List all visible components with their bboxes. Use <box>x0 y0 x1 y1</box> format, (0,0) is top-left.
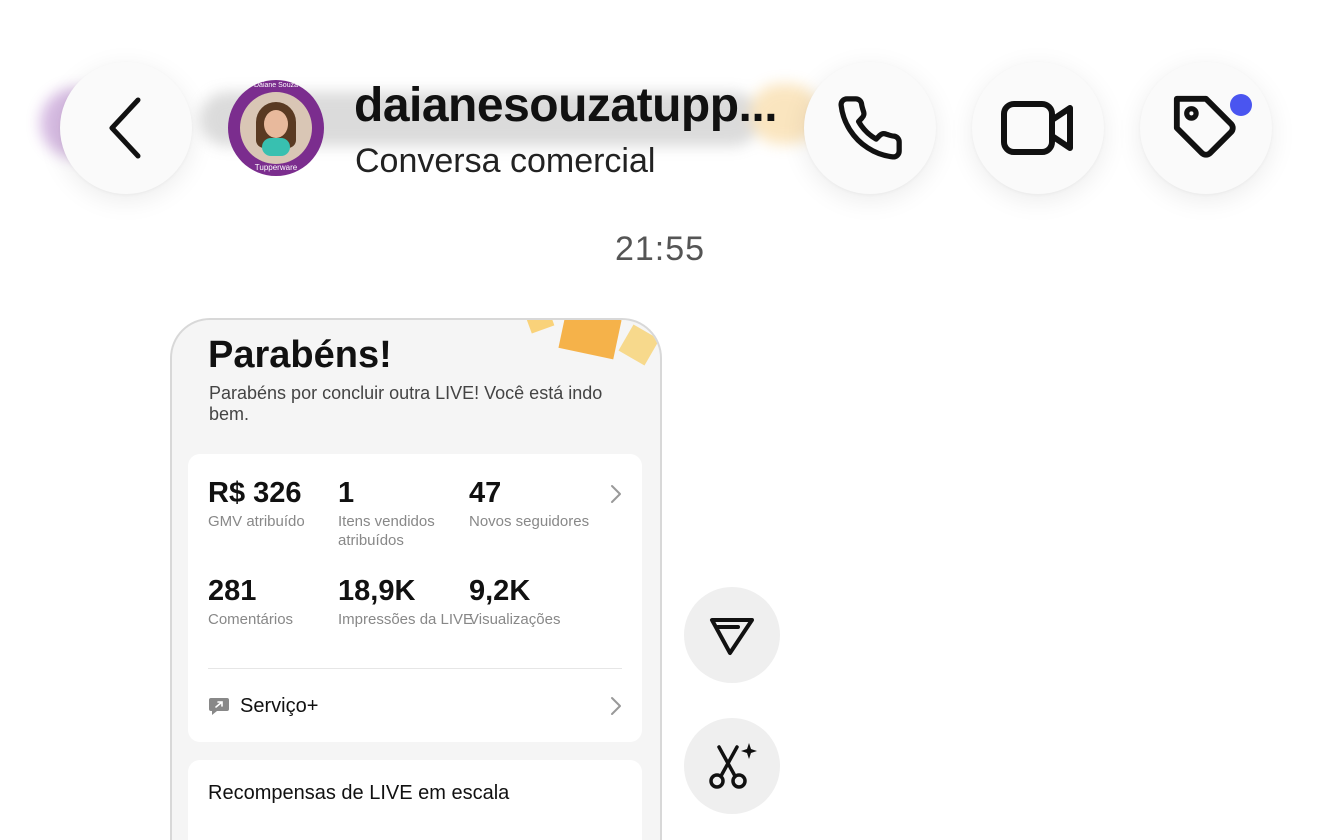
card-description: Parabéns por concluir outra LIVE! Você e… <box>209 383 603 424</box>
stat-label: Comentários <box>208 611 294 628</box>
stat-value: 47 <box>469 477 502 509</box>
stat-value: 18,9K <box>338 575 416 607</box>
confetti-decoration <box>558 320 622 360</box>
labels-button[interactable] <box>1140 62 1272 194</box>
chevron-right-icon <box>611 697 621 715</box>
divider <box>208 668 622 669</box>
send-forward-icon <box>710 618 754 655</box>
chevron-left-icon <box>109 97 141 159</box>
scissors-sparkle-icon <box>709 743 757 789</box>
video-call-button[interactable] <box>972 62 1104 194</box>
stat-comments: 281 Comentários <box>208 574 348 629</box>
stat-value: R$ 326 <box>208 477 302 509</box>
stat-value: 9,2K <box>469 575 531 607</box>
confetti-decoration <box>618 324 660 366</box>
forward-button[interactable] <box>684 587 780 683</box>
avatar-top-text: Daiane Souza <box>254 82 298 89</box>
stat-label: Visualizações <box>469 611 561 628</box>
notification-dot <box>1230 94 1252 116</box>
chevron-right-icon[interactable] <box>610 484 622 504</box>
stat-impressions: 18,9K Impressões da LIVE <box>338 574 478 629</box>
voice-call-button[interactable] <box>804 62 936 194</box>
live-summary-message-card[interactable]: Parabéns! Parabéns por concluir outra LI… <box>170 318 662 840</box>
card-title: Parabéns! <box>208 334 392 376</box>
stat-value: 281 <box>208 575 257 607</box>
contact-name[interactable]: daianesouzatupp... <box>354 78 804 133</box>
stat-label: Novos seguidores <box>469 513 590 530</box>
stat-label: GMV atribuído <box>208 513 305 530</box>
message-timestamp: 21:55 <box>614 230 706 268</box>
avatar-face <box>264 110 288 138</box>
rewards-title: Recompensas de LIVE em escala <box>208 782 510 804</box>
stat-items-sold: 1 Itens vendidos atribuídos <box>338 476 478 550</box>
stats-panel[interactable]: R$ 326 GMV atribuído 1 Itens vendidos at… <box>188 454 642 742</box>
avatar-brand-text: Tupperware <box>254 163 298 172</box>
stat-new-followers: 47 Novos seguidores <box>469 476 609 531</box>
contact-subtitle: Conversa comercial <box>355 142 656 180</box>
phone-icon <box>838 96 902 160</box>
stat-value: 1 <box>338 477 355 509</box>
stat-views: 9,2K Visualizações <box>469 574 609 629</box>
service-plus-row[interactable]: Serviço+ <box>208 686 622 726</box>
video-camera-icon <box>1001 101 1073 155</box>
service-label: Serviço+ <box>240 694 319 717</box>
stat-label: Impressões da LIVE <box>338 611 474 628</box>
stat-label: Itens vendidos atribuídos <box>338 513 435 549</box>
rewards-panel[interactable]: Recompensas de LIVE em escala <box>188 760 642 840</box>
confetti-decoration <box>525 320 555 334</box>
service-icon <box>209 698 229 715</box>
avatar-heart <box>262 138 290 156</box>
contact-avatar[interactable]: Daiane Souza Tupperware <box>228 80 324 176</box>
ai-edit-button[interactable] <box>684 718 780 814</box>
back-button[interactable] <box>60 62 192 194</box>
stat-gmv: R$ 326 GMV atribuído <box>208 476 348 531</box>
